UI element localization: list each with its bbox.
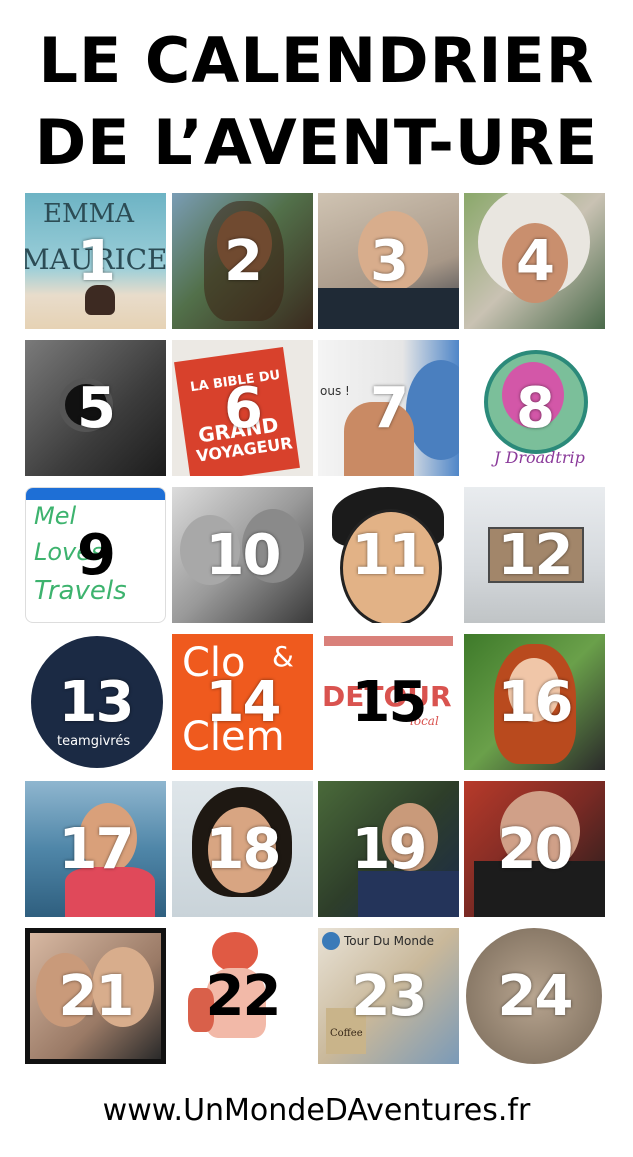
tile-4-number: 4 [516,228,555,294]
calendar-tile-3[interactable]: 3 [318,193,459,329]
calendar-tile-2[interactable]: 2 [172,193,313,329]
tile-16-number: 16 [497,669,574,735]
calendar-tile-14[interactable]: Clo & Clem 14 [172,634,313,770]
calendar-tile-24[interactable]: 24 [464,928,605,1064]
tile-8-number: 8 [516,375,555,441]
website-url: www.UnMondeDAventures.fr [102,1093,531,1128]
tile-2-number: 2 [224,228,263,294]
calendar-tile-16[interactable]: 16 [464,634,605,770]
tile-24-number: 24 [497,963,574,1029]
calendar-tile-1[interactable]: EMMA MAURICE 1 [25,193,166,329]
calendar-tile-5[interactable]: 5 [25,340,166,476]
tile-15-number: 15 [351,669,428,735]
calendar-tile-23[interactable]: Tour Du Monde Coffee 23 [318,928,459,1064]
calendar-tile-10[interactable]: 10 [172,487,313,623]
tile-12-number: 12 [497,522,574,588]
tile-1-number: 1 [77,228,116,294]
tile-7-number: 7 [370,375,409,441]
tile-13-number: 13 [58,669,135,735]
tile-21-number: 21 [58,963,135,1029]
tile-3-number: 3 [370,228,409,294]
page-title-line-2: DE L’AVENT-URE [34,106,599,179]
calendar-tile-15[interactable]: DETOUR local 15 [318,634,459,770]
page-title-line-1: LE CALENDRIER [38,24,595,97]
calendar-tile-4[interactable]: 4 [464,193,605,329]
calendar-tile-22[interactable]: 22 [172,928,313,1064]
calendar-tile-6[interactable]: LA BIBLE DU GRAND VOYAGEUR 6 [172,340,313,476]
tile-22-number: 22 [205,963,282,1029]
calendar-tile-20[interactable]: 20 [464,781,605,917]
calendar-tile-21[interactable]: 21 [25,928,166,1064]
calendar-tile-9[interactable]: Mel Loves Travels 9 [25,487,166,623]
tile-17-number: 17 [58,816,135,882]
tile-20-number: 20 [497,816,574,882]
calendar-tile-11[interactable]: 11 [318,487,459,623]
calendar-tile-17[interactable]: 17 [25,781,166,917]
tile-19-number: 19 [351,816,428,882]
calendar-tile-18[interactable]: 18 [172,781,313,917]
calendar-tile-19[interactable]: 19 [318,781,459,917]
tile-14-number: 14 [205,669,282,735]
tile-5-number: 5 [77,375,116,441]
tile-11-number: 11 [351,522,428,588]
calendar-tile-13[interactable]: teamgivrés 13 [25,634,166,770]
tile-6-number: 6 [224,375,263,441]
calendar-tile-12[interactable]: 12 [464,487,605,623]
tile-10-number: 10 [205,522,282,588]
tile-18-number: 18 [205,816,282,882]
tile-9-number: 9 [77,522,116,588]
tile-23-number: 23 [351,963,428,1029]
calendar-tile-8[interactable]: J Droadtrip 8 [464,340,605,476]
calendar-tile-7[interactable]: ous ! 7 [318,340,459,476]
calendar-grid: EMMA MAURICE 1 2 3 4 5 LA BIBLE DU GRAND… [25,193,607,1064]
